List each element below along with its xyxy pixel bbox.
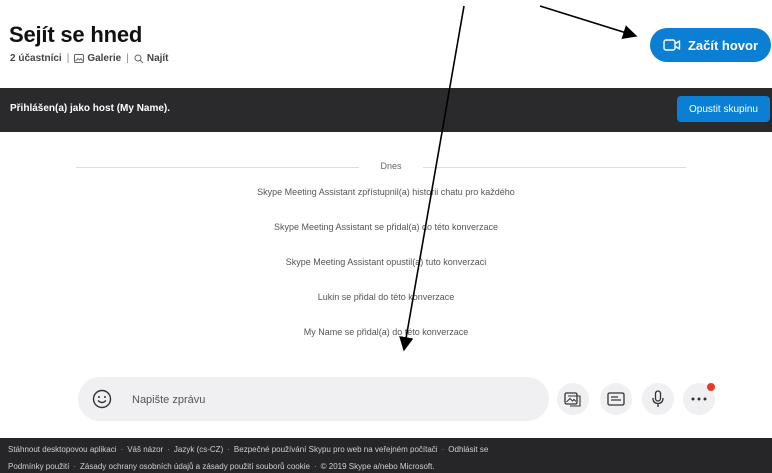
contact-card-icon xyxy=(607,392,625,406)
system-message: Skype Meeting Assistant opustil(a) tuto … xyxy=(285,257,487,267)
contact-card-button[interactable] xyxy=(600,383,632,415)
footer-links-row: Stáhnout desktopovou aplikaci · Váš názor ·… xyxy=(8,445,489,454)
system-message: Lukin se přidal do této konverzace xyxy=(317,292,455,302)
feedback-link[interactable]: Váš názor xyxy=(127,445,163,454)
system-message: My Name se přidal(a) do této konverzace xyxy=(303,327,469,337)
page-footer: Stáhnout desktopovou aplikaci · Váš názor ·… xyxy=(0,438,772,473)
conversation-header: Sejít se hned 2 účastníci | Galerie | Na… xyxy=(0,0,772,88)
search-icon xyxy=(134,54,144,63)
gallery-label: Galerie xyxy=(87,53,122,64)
conversation-title[interactable]: Sejít se hned xyxy=(9,22,142,48)
safe-use-link[interactable]: Bezpečné používání Skypu pro web na veře… xyxy=(234,445,438,454)
divider-line xyxy=(76,167,359,168)
download-app-link[interactable]: Stáhnout desktopovou aplikaci xyxy=(8,445,117,454)
media-gallery-button[interactable] xyxy=(557,383,589,415)
system-message: Skype Meeting Assistant zpřístupnil(a) h… xyxy=(257,187,515,197)
leave-group-button[interactable]: Opustit skupinu xyxy=(677,96,770,122)
date-label: Dnes xyxy=(380,161,402,171)
privacy-link[interactable]: Zásady ochrany osobních údajů a zásady p… xyxy=(80,462,310,471)
gallery-link[interactable]: Galerie xyxy=(74,53,121,64)
chat-history[interactable]: Dnes Skype Meeting Assistant zpřístupnil… xyxy=(0,132,772,370)
start-call-button[interactable]: Začít hovor xyxy=(650,28,771,62)
notification-dot xyxy=(707,383,715,391)
message-composer xyxy=(78,377,549,421)
sign-out-link[interactable]: Odhlásit se xyxy=(448,445,488,454)
terms-link[interactable]: Podmínky použití xyxy=(8,462,69,471)
date-divider: Dnes xyxy=(76,160,686,174)
language-link[interactable]: Jazyk (cs-CZ) xyxy=(174,445,223,454)
guest-banner: Přihlášen(a) jako host (My Name). Opusti… xyxy=(0,88,772,132)
message-input[interactable] xyxy=(130,389,534,411)
guest-status-text: Přihlášen(a) jako host (My Name). xyxy=(10,103,171,114)
gallery-icon xyxy=(74,54,85,63)
media-gallery-icon xyxy=(564,392,581,407)
system-message: Skype Meeting Assistant se přidal(a) do … xyxy=(273,222,499,232)
voice-message-button[interactable] xyxy=(642,383,674,415)
separator: | xyxy=(66,53,70,64)
more-icon xyxy=(691,397,707,401)
find-label: Najít xyxy=(146,53,169,64)
start-call-label: Začít hovor xyxy=(687,37,759,53)
divider-line xyxy=(423,167,686,168)
emoji-button[interactable] xyxy=(91,388,113,410)
separator: | xyxy=(126,53,129,64)
video-call-icon xyxy=(663,39,681,51)
conversation-meta: 2 účastníci | Galerie | Najít xyxy=(10,53,169,64)
emoji-icon xyxy=(92,389,112,409)
footer-legal-row: Podmínky použití · Zásady ochrany osobních… xyxy=(8,462,435,471)
participants-link[interactable]: 2 účastníci xyxy=(10,53,62,64)
find-link[interactable]: Najít xyxy=(134,53,169,64)
copyright-text: © 2019 Skype a/nebo Microsoft. xyxy=(320,462,435,471)
microphone-icon xyxy=(652,390,664,407)
